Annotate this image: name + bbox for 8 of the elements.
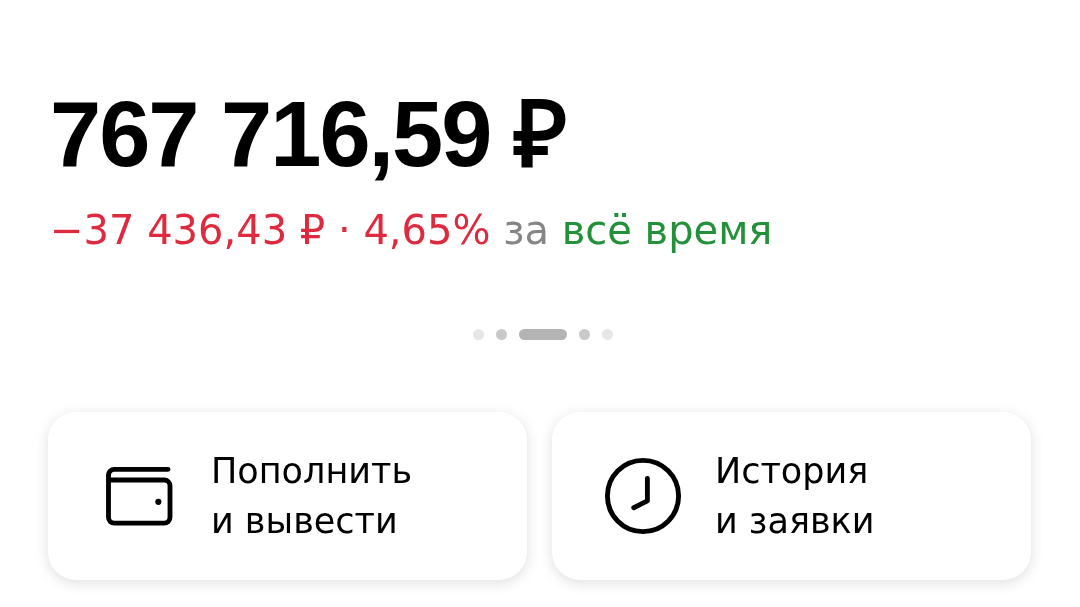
period-link[interactable]: всё время [561, 207, 773, 253]
clock-icon [604, 456, 682, 536]
wallet-icon [104, 465, 174, 527]
top-up-button[interactable]: Пополнить и вывести [48, 412, 527, 580]
change-amount: −37 436,43 ₽ · 4,65% [50, 207, 491, 253]
balance-amount: 767 716,59 ₽ [50, 88, 566, 180]
period-prefix: за [503, 207, 549, 253]
history-button[interactable]: История и заявки [552, 412, 1031, 580]
